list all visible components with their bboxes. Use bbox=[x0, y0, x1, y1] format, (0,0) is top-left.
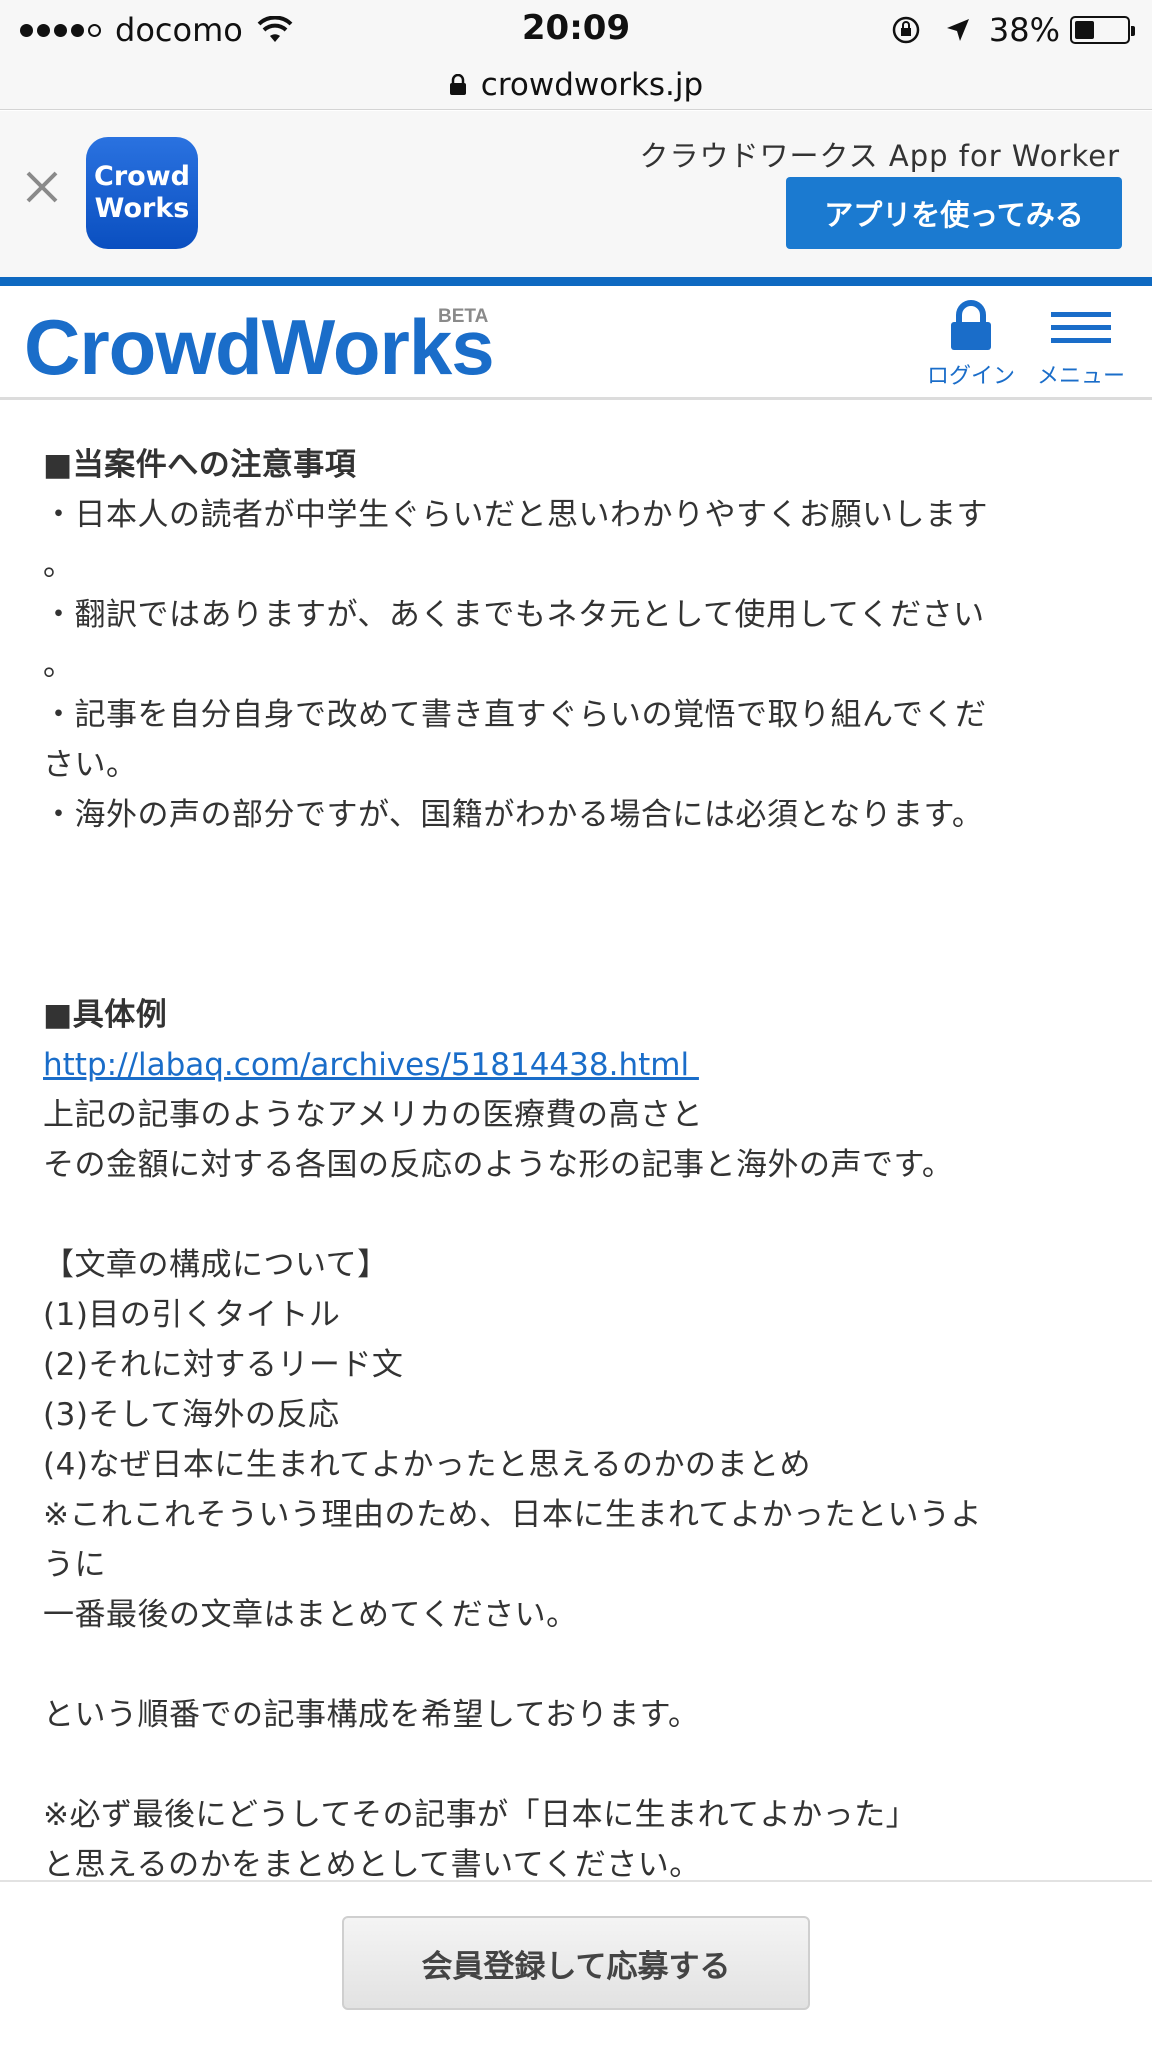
app-banner-title: クラウドワークス App for Worker bbox=[639, 139, 1120, 173]
body-line: 【文章の構成について】 bbox=[43, 1247, 389, 1283]
body-line: ※これこれそういう理由のため、日本に生まれてよかったというよ bbox=[43, 1497, 983, 1533]
section-heading: ■具体例 bbox=[43, 997, 168, 1033]
battery-percent: 38% bbox=[988, 11, 1060, 49]
body-line: 。 bbox=[43, 547, 75, 583]
app-icon-line2: Works bbox=[94, 193, 190, 224]
body-line: ・翻訳ではありますが、あくまでもネタ元として使用してください bbox=[43, 597, 985, 633]
login-label: ログイン bbox=[926, 364, 1015, 389]
secure-lock-icon bbox=[449, 73, 466, 95]
battery-icon bbox=[1070, 16, 1135, 44]
body-line: (2)それに対するリード文 bbox=[43, 1347, 404, 1383]
app-icon-line1: Crowd bbox=[94, 161, 190, 192]
site-header: CrowdWorks BETA ログイン メニュー bbox=[0, 286, 1152, 400]
body-line: (4)なぜ日本に生まれてよかったと思えるのかのまとめ bbox=[43, 1447, 812, 1483]
try-app-button[interactable]: アプリを使ってみる bbox=[786, 177, 1122, 249]
body-line: (1)目の引くタイトル bbox=[43, 1297, 341, 1333]
orientation-lock-icon bbox=[892, 16, 920, 44]
body-line: うに bbox=[43, 1547, 106, 1583]
body-line: ・海外の声の部分ですが、国籍がわかる場合には必須となります。 bbox=[43, 797, 984, 833]
hamburger-icon bbox=[1051, 312, 1111, 343]
body-line: 一番最後の文章はまとめてください。 bbox=[43, 1597, 578, 1633]
job-description: ■当案件への注意事項・日本人の読者が中学生ぐらいだと思いわかりやすくお願いします… bbox=[43, 440, 1123, 1890]
bottom-action-bar: 会員登録して応募する bbox=[0, 1880, 1152, 2048]
example-link[interactable]: http://labaq.com/archives/51814438.html bbox=[43, 1040, 1123, 1090]
app-icon[interactable]: Crowd Works bbox=[86, 137, 198, 249]
url-text: crowdworks.jp bbox=[480, 66, 704, 103]
body-line: その金額に対する各国の反応のような形の記事と海外の声です。 bbox=[43, 1147, 954, 1183]
header-accent-bar bbox=[0, 277, 1152, 286]
body-line: さい。 bbox=[43, 747, 138, 783]
app-banner: Crowd Works クラウドワークス App for Worker アプリを… bbox=[0, 111, 1152, 277]
body-line: という順番での記事構成を希望しております。 bbox=[43, 1697, 700, 1733]
section-heading: ■当案件への注意事項 bbox=[43, 447, 357, 483]
body-line: 。 bbox=[43, 647, 75, 683]
menu-button[interactable]: メニュー bbox=[1036, 300, 1126, 390]
location-arrow-icon bbox=[946, 19, 969, 41]
body-line: ※必ず最後にどうしてその記事が「日本に生まれてよかった」 bbox=[43, 1797, 918, 1833]
register-and-apply-button[interactable]: 会員登録して応募する bbox=[342, 1916, 810, 2010]
login-button[interactable]: ログイン bbox=[926, 300, 1016, 390]
body-line: (3)そして海外の反応 bbox=[43, 1397, 340, 1433]
body-line: ・記事を自分自身で改めて書き直すぐらいの覚悟で取り組んでくだ bbox=[43, 697, 987, 733]
page: docomo 20:09 38% crowdworks.jp Crowd Wor… bbox=[0, 0, 1152, 2048]
logo-text: CrowdWorks bbox=[24, 303, 495, 391]
body-line: 上記の記事のようなアメリカの医療費の高さと bbox=[43, 1097, 703, 1133]
lock-icon bbox=[951, 300, 991, 350]
site-logo[interactable]: CrowdWorks BETA bbox=[24, 304, 504, 390]
address-bar[interactable]: crowdworks.jp bbox=[0, 60, 1152, 110]
status-bar: docomo 20:09 38% bbox=[0, 0, 1152, 60]
beta-badge: BETA bbox=[438, 306, 489, 327]
status-right-group: 38% bbox=[891, 8, 1135, 52]
battery-fill bbox=[1075, 21, 1094, 39]
menu-label: メニュー bbox=[1036, 364, 1125, 389]
close-icon[interactable] bbox=[22, 167, 62, 207]
body-line: ・日本人の読者が中学生ぐらいだと思いわかりやすくお願いします bbox=[43, 497, 988, 533]
